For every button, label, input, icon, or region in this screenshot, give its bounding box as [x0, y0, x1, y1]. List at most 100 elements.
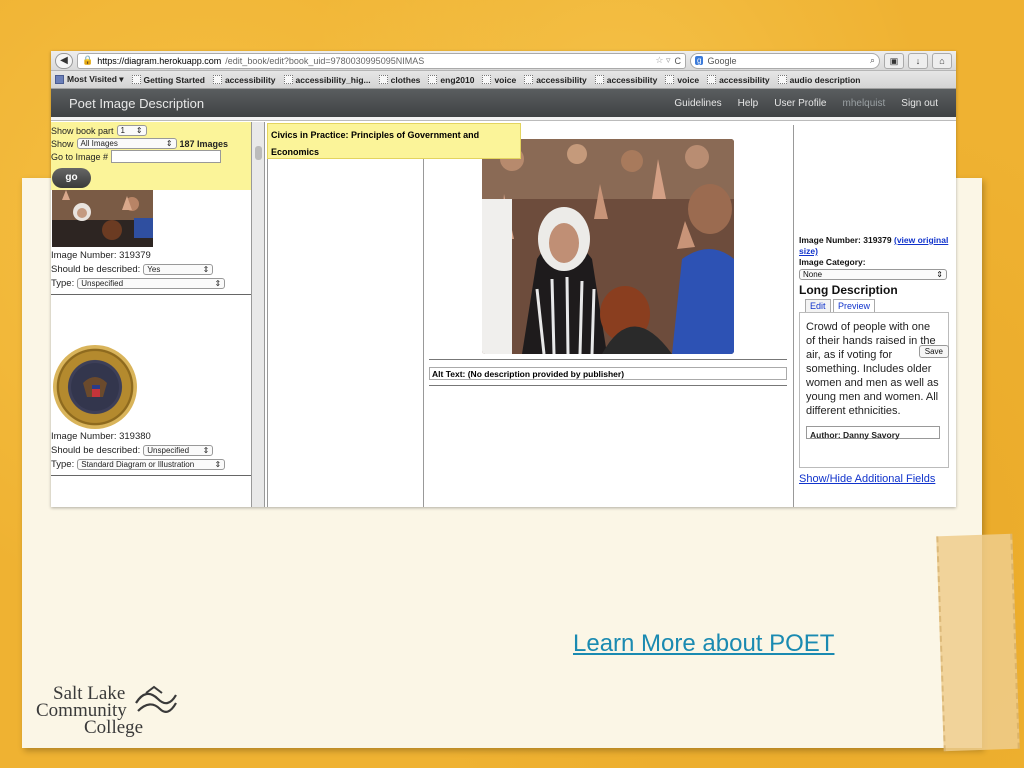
college-logo: Salt Lake Community College [36, 683, 196, 739]
bookmark-item[interactable]: accessibility [707, 75, 770, 85]
filter-box: Show book part 1 ⇕ Show All Images ⇕ 187 I… [51, 122, 251, 190]
tab-edit[interactable]: Edit [805, 299, 831, 312]
description-panel: Image Number: 319379 (view original size… [793, 125, 956, 507]
user-profile-link[interactable]: User Profile [774, 98, 826, 109]
bookmark-label: accessibility_hig... [295, 74, 371, 85]
described-select[interactable]: Unspecified ⇕ [143, 444, 214, 456]
thumbnail-319380[interactable] [53, 345, 137, 429]
book-part-select[interactable]: 1 ⇕ [116, 125, 147, 136]
page-icon [524, 75, 534, 84]
page-icon [482, 75, 492, 84]
alt-text-field[interactable]: Alt Text: (No description provided by pu… [429, 367, 787, 380]
bookmark-label: clothes [390, 74, 421, 85]
show-select[interactable]: All Images ⇕ [76, 138, 177, 149]
bookmark-label: accessibility [719, 74, 770, 85]
magnifier-icon[interactable]: ⌕ [870, 55, 875, 66]
bookmark-label: Getting Started [143, 74, 205, 85]
bookmark-item[interactable]: eng2010 [428, 75, 474, 85]
toggle-fields-link[interactable]: Show/Hide Additional Fields [799, 473, 955, 485]
image-list-panel: Show book part 1 ⇕ Show All Images ⇕ 187 I… [51, 122, 252, 507]
scroll-thumb[interactable] [255, 146, 262, 160]
described-select[interactable]: Yes ⇕ [143, 263, 214, 275]
book-title: Civics in Practice: Principles of Govern… [267, 123, 521, 159]
image-column: Alt Text: (No description provided by pu… [424, 125, 792, 507]
page-icon [428, 75, 438, 84]
main-content: Show book part 1 ⇕ Show All Images ⇕ 187 I… [51, 117, 956, 507]
rp-image-number: Image Number: 319379 [799, 235, 892, 245]
bookmark-item[interactable]: audio description [777, 74, 861, 85]
help-link[interactable]: Help [738, 98, 759, 109]
bookmark-label: voice [677, 74, 700, 85]
page-icon [707, 75, 717, 84]
image-count: 187 Images [179, 138, 229, 149]
tape-strip [936, 533, 1020, 752]
app-title: Poet Image Description [69, 95, 205, 111]
described-label: Should be described: [51, 263, 141, 275]
url-bar: ◀ 🔒 https://diagram.herokuapp.com/edit_b… [51, 51, 956, 71]
book-part-label: Show book part [51, 125, 114, 136]
bookmark-label: accessibility [606, 74, 658, 85]
type-select[interactable]: Standard Diagram or Illustration ⇕ [77, 458, 226, 470]
described-label: Should be described: [51, 444, 141, 456]
main-image-photo[interactable] [482, 139, 734, 354]
browser-window: ◀ 🔒 https://diagram.herokuapp.com/edit_b… [51, 51, 956, 507]
thumbnail-319379[interactable] [52, 190, 153, 247]
page-icon [777, 75, 787, 84]
save-button[interactable]: Save [918, 345, 949, 358]
bookmark-item[interactable]: Getting Started [131, 74, 205, 85]
tab-preview[interactable]: Preview [833, 299, 876, 312]
logo-emblem-icon [135, 685, 177, 713]
category-label: Image Category: [799, 257, 866, 267]
long-description-heading: Long Description [799, 283, 898, 297]
show-label: Show [51, 138, 74, 149]
page-icon [283, 75, 293, 84]
page-icon [131, 75, 141, 84]
middle-left-column [267, 125, 424, 507]
page-icon [594, 75, 604, 84]
reload-icon[interactable]: C [675, 56, 682, 66]
long-description-text[interactable]: Crowd of people with one of their hands … [799, 312, 949, 468]
folder-icon [55, 75, 64, 84]
star-icon[interactable]: ☆ ▿ [655, 55, 670, 66]
google-icon: g [695, 56, 704, 65]
list-item: Image Number: 319379 Should be described… [51, 248, 251, 290]
bookmark-item[interactable]: accessibility_hig... [283, 74, 371, 85]
bookmark-item[interactable]: Most Visited ▾ [55, 74, 124, 85]
bookmark-label: eng2010 [440, 74, 475, 85]
goto-input[interactable] [111, 150, 222, 163]
author-field[interactable]: Author: Danny Savory [806, 426, 940, 440]
page-icon[interactable]: ▣ [884, 52, 904, 69]
guidelines-link[interactable]: Guidelines [674, 98, 721, 109]
home-icon[interactable]: ⌂ [932, 52, 952, 69]
bookmark-label: accessibility [536, 74, 587, 85]
left-scrollbar[interactable] [252, 122, 265, 507]
app-header: Poet Image Description Guidelines Help U… [51, 89, 956, 117]
type-label: Type: [51, 277, 75, 289]
type-select[interactable]: Unspecified ⇕ [77, 277, 226, 289]
bookmark-item[interactable]: voice [665, 75, 699, 85]
goto-label: Go to Image # [51, 151, 109, 162]
sign-out-link[interactable]: Sign out [901, 98, 938, 109]
search-placeholder: Google [707, 55, 737, 66]
bookmark-item[interactable]: voice [482, 75, 516, 85]
bookmark-item[interactable]: clothes [378, 74, 421, 85]
address-field[interactable]: 🔒 https://diagram.herokuapp.com/edit_boo… [77, 52, 686, 69]
search-field[interactable]: g Google ⌕ [690, 52, 880, 69]
download-icon[interactable]: ↓ [908, 52, 928, 69]
image-number: Image Number: 319380 [51, 430, 151, 442]
bookmark-label: accessibility [224, 74, 276, 85]
bookmark-item[interactable]: accessibility [594, 74, 658, 85]
bookmark-item[interactable]: accessibility [524, 75, 587, 85]
url-path: /edit_book/edit?book_uid=9780030995095NI… [225, 55, 425, 66]
back-icon[interactable]: ◀ [55, 52, 73, 69]
learn-more-link[interactable]: Learn More about POET [573, 630, 834, 658]
bookmark-item[interactable]: accessibility [212, 74, 276, 85]
url-domain: https://diagram.herokuapp.com [97, 55, 222, 66]
category-select[interactable]: None ⇕ [799, 269, 947, 280]
bookmark-label: audio description [789, 74, 861, 85]
bookmark-label: voice [494, 74, 517, 85]
page-icon [212, 75, 222, 84]
page-icon [378, 75, 388, 84]
go-button[interactable]: go [52, 168, 91, 188]
image-number: Image Number: 319379 [51, 249, 151, 261]
